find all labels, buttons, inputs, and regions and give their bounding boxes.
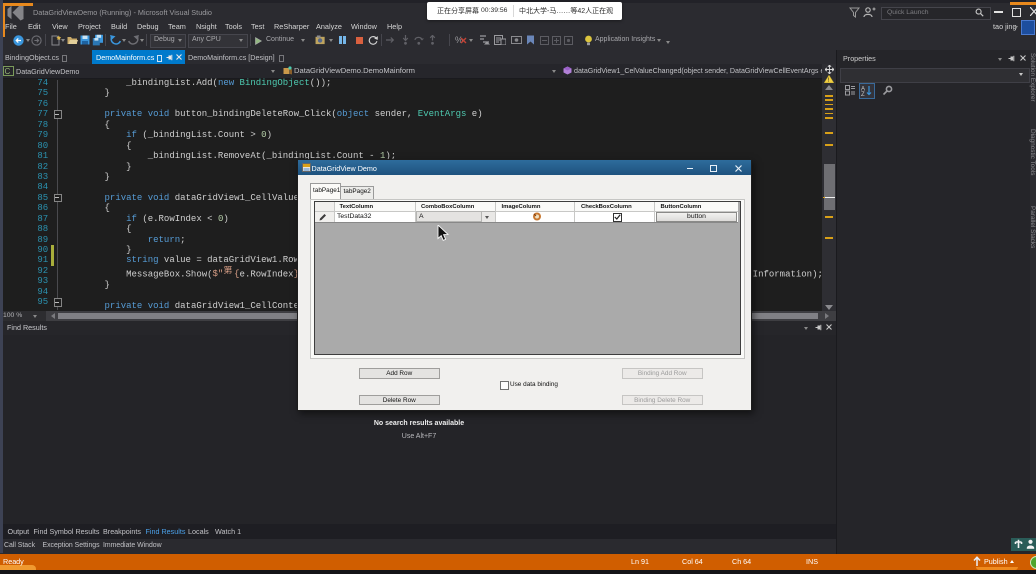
- svg-text:C: C: [5, 67, 11, 76]
- svg-text:%: %: [455, 35, 463, 45]
- svg-text:Z: Z: [861, 92, 865, 96]
